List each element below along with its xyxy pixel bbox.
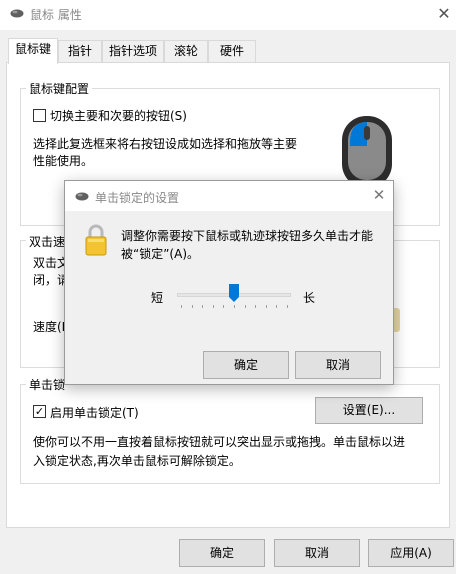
checkmark-icon: ✓	[34, 405, 45, 418]
ok-button[interactable]: 确定	[179, 539, 265, 567]
tab-wheel[interactable]: 滚轮	[164, 40, 208, 62]
group-title: 双击速	[26, 233, 69, 250]
dialog-title-bar: 单击锁定的设置 ✕	[65, 181, 393, 211]
slider-tick	[202, 305, 204, 308]
enable-click-lock-label[interactable]: 启用单击锁定(T)	[50, 404, 139, 421]
slider-tick	[287, 305, 288, 308]
title-bar: 鼠标 属性 ✕	[0, 0, 456, 30]
dialog-title: 单击锁定的设置	[95, 191, 180, 205]
tab-hardware[interactable]: 硬件	[208, 40, 256, 62]
dialog-message: 被“锁定”(A)。	[121, 247, 200, 261]
enable-click-lock-checkbox[interactable]: ✓	[33, 405, 46, 418]
slider-tick	[181, 305, 182, 308]
click-lock-settings-dialog: 单击锁定的设置 ✕ 调整你需要按下鼠标或轨迹球按钮多久单击才能 被“锁定”(A)…	[64, 180, 394, 385]
mouse-icon	[75, 192, 89, 201]
lock-icon	[85, 224, 107, 256]
description-text: 性能使用。	[33, 154, 94, 168]
slider-tick	[223, 305, 225, 308]
apply-button[interactable]: 应用(A)	[368, 539, 454, 567]
slider-tick	[276, 305, 278, 308]
tab-buttons[interactable]: 鼠标键	[8, 38, 58, 64]
switch-buttons-checkbox[interactable]	[33, 109, 46, 122]
click-lock-slider-thumb[interactable]	[228, 283, 240, 303]
close-icon[interactable]: ✕	[432, 2, 456, 26]
close-icon[interactable]: ✕	[367, 183, 391, 207]
slider-tick	[234, 305, 235, 308]
description-text: 入锁定状态,再次单击鼠标可解除锁定。	[33, 454, 241, 468]
slider-tick	[191, 305, 193, 308]
group-title: 单击锁	[26, 376, 69, 393]
slider-tick	[212, 305, 214, 308]
click-lock-settings-button[interactable]: 设置(E)...	[315, 397, 423, 424]
cancel-button[interactable]: 取消	[274, 539, 360, 567]
description-text: 使你可以不用一直按着鼠标按钮就可以突出显示或拖拽。单击鼠标以进	[33, 435, 406, 449]
window-title: 鼠标 属性	[30, 8, 82, 22]
mouse-illustration-icon	[342, 116, 392, 186]
dialog-cancel-button[interactable]: 取消	[295, 351, 381, 379]
slider-min-label: 短	[151, 291, 164, 305]
group-title: 鼠标键配置	[26, 80, 93, 97]
dialog-message: 调整你需要按下鼠标或轨迹球按钮多久单击才能	[121, 229, 374, 243]
dialog-ok-button[interactable]: 确定	[203, 351, 289, 379]
switch-buttons-label[interactable]: 切换主要和次要的按钮(S)	[50, 107, 187, 124]
mouse-icon	[10, 9, 24, 18]
tab-pointers[interactable]: 指针	[58, 40, 102, 62]
tab-pointer-options[interactable]: 指针选项	[102, 40, 164, 62]
slider-max-label: 长	[303, 291, 316, 305]
slider-tick	[255, 305, 257, 308]
description-text: 选择此复选框来将右按钮设成如选择和拖放等主要	[33, 137, 298, 151]
slider-tick	[265, 305, 267, 308]
slider-tick	[244, 305, 246, 308]
